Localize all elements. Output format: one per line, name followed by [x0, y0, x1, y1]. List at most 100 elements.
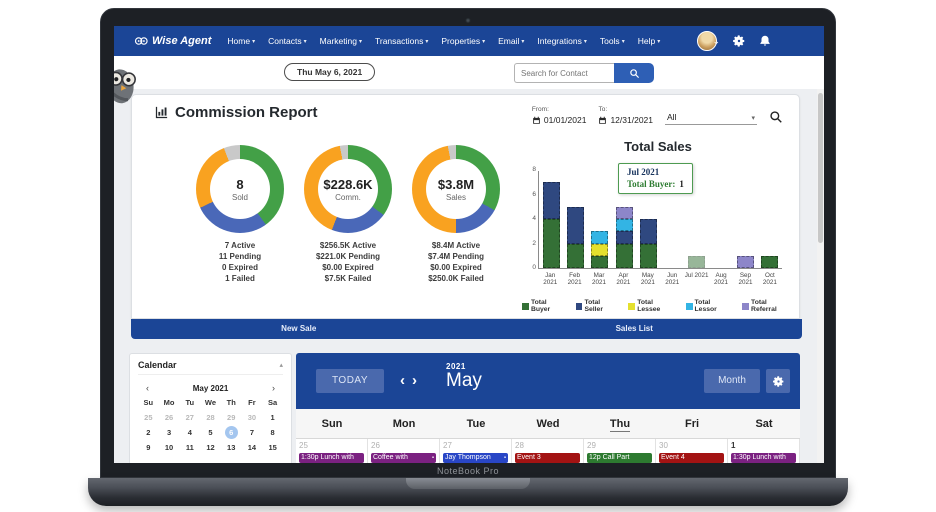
- mini-day-cell[interactable]: 4: [179, 425, 200, 440]
- mini-day-cell[interactable]: 2: [138, 425, 159, 440]
- mini-day-cell[interactable]: 9: [138, 440, 159, 455]
- collapse-caret-up-icon[interactable]: ▴: [279, 361, 283, 369]
- nav-item-properties[interactable]: Properties▾: [441, 36, 485, 46]
- sales-list-button[interactable]: Sales List: [467, 319, 803, 339]
- mini-day-number: 1: [271, 413, 275, 422]
- day-cell[interactable]: 27Jay Thompson▪: [440, 439, 512, 463]
- weekday-sat: Sat: [728, 418, 800, 430]
- legend-item: Total Referral: [742, 299, 794, 313]
- mini-prev-month-arrow[interactable]: ‹: [142, 383, 153, 393]
- new-sale-button[interactable]: New Sale: [131, 319, 467, 339]
- y-tick-label: 4: [525, 215, 536, 222]
- nav-item-contacts[interactable]: Contacts▾: [268, 36, 307, 46]
- mini-day-cell[interactable]: 1: [262, 410, 283, 425]
- day-cell[interactable]: 26 Coffee with▪: [368, 439, 440, 463]
- calendar-event[interactable]: Coffee with▪: [371, 453, 436, 463]
- notifications-bell-icon[interactable]: [758, 34, 772, 48]
- calendar-settings-button[interactable]: [766, 369, 790, 393]
- mini-day-cell[interactable]: 14: [242, 440, 263, 455]
- mini-day-cell[interactable]: 12: [200, 440, 221, 455]
- day-cell[interactable]: 30Event 4: [656, 439, 728, 463]
- from-label: From:: [532, 106, 587, 113]
- day-number: 25: [299, 441, 364, 450]
- mini-day-number: 30: [248, 413, 256, 422]
- mini-day-cell[interactable]: 8: [262, 425, 283, 440]
- calendar-event[interactable]: Event 3: [515, 453, 580, 463]
- weekday-label: Sat: [755, 418, 772, 431]
- mini-day-cell[interactable]: 5: [200, 425, 221, 440]
- bar-segment: [616, 207, 633, 219]
- bar-segment: [567, 244, 584, 269]
- nav-item-home[interactable]: Home▾: [227, 36, 255, 46]
- contact-search-button[interactable]: [614, 63, 654, 83]
- next-month-arrow[interactable]: ›: [412, 371, 417, 391]
- avatar-chevron-down-icon[interactable]: ⌄: [712, 36, 720, 47]
- nav-item-marketing[interactable]: Marketing▾: [320, 36, 362, 46]
- donut-label: Sold: [232, 193, 248, 202]
- donut-stat-line: 11 Pending: [190, 251, 290, 262]
- bar-segment: [761, 256, 778, 268]
- mini-day-cell[interactable]: 10: [159, 440, 180, 455]
- calendar-year-month: 2021 May: [446, 362, 482, 390]
- today-button[interactable]: TODAY: [316, 369, 384, 393]
- prev-month-arrow[interactable]: ‹: [400, 371, 405, 391]
- mini-day-cell[interactable]: 3: [159, 425, 180, 440]
- nav-item-email[interactable]: Email▾: [498, 36, 524, 46]
- donut-stat-line: $8.4M Active: [406, 240, 506, 251]
- calendar-event[interactable]: 12p Call Part: [587, 453, 652, 463]
- bar-may-2021: [636, 219, 660, 268]
- tooltip-title: Jul 2021: [627, 167, 684, 177]
- y-tick-label: 6: [525, 191, 536, 198]
- to-label: To:: [598, 106, 653, 113]
- event-title: 1:30p Lunch with: [301, 453, 354, 463]
- webcam-dot: [466, 18, 471, 23]
- nav-item-transactions[interactable]: Transactions▾: [375, 36, 428, 46]
- day-cell[interactable]: 11:30p Lunch with: [728, 439, 800, 463]
- chart-tooltip: Jul 2021 Total Buyer:1: [618, 163, 693, 194]
- mini-day-cell[interactable]: 30: [242, 410, 263, 425]
- from-date-field[interactable]: From: 01/01/2021: [532, 106, 587, 125]
- caret-down-icon: ▾: [584, 38, 587, 45]
- wise-agent-logo[interactable]: Wise Agent: [134, 34, 211, 48]
- page-scrollbar[interactable]: [817, 89, 824, 463]
- mini-day-cell[interactable]: 26: [159, 410, 180, 425]
- mini-day-cell[interactable]: 6: [221, 425, 242, 440]
- calendar-header: TODAY ‹ › 2021 May Month: [296, 353, 800, 409]
- settings-gear-icon[interactable]: [732, 34, 746, 48]
- current-date-button[interactable]: Thu May 6, 2021: [284, 63, 375, 81]
- day-cell[interactable]: 28Event 3: [512, 439, 584, 463]
- nav-item-label: Help: [638, 36, 655, 46]
- mini-day-cell[interactable]: 27: [179, 410, 200, 425]
- calendar-weekday-row: SunMonTueWedThuFriSat: [296, 409, 800, 439]
- calendar-event[interactable]: Event 4: [659, 453, 724, 463]
- mini-day-cell[interactable]: 7: [242, 425, 263, 440]
- mini-day-cell[interactable]: 25: [138, 410, 159, 425]
- mini-day-cell[interactable]: 28: [200, 410, 221, 425]
- mini-day-cell[interactable]: 15: [262, 440, 283, 455]
- calendar-event[interactable]: 1:30p Lunch with: [731, 453, 796, 463]
- x-axis-label: Mar 2021: [587, 272, 611, 286]
- mini-day-number: 3: [167, 428, 171, 437]
- laptop-base: [88, 478, 848, 506]
- view-month-button[interactable]: Month: [704, 369, 760, 393]
- mini-day-cell[interactable]: 13: [221, 440, 242, 455]
- nav-item-help[interactable]: Help▾: [638, 36, 661, 46]
- day-number: 26: [371, 441, 436, 450]
- to-date-field[interactable]: To: 12/31/2021: [598, 106, 653, 125]
- day-cell[interactable]: 25 1:30p Lunch with: [296, 439, 368, 463]
- nav-item-tools[interactable]: Tools▾: [600, 36, 625, 46]
- y-tick-label: 8: [525, 166, 536, 173]
- day-cell[interactable]: 2912p Call Part: [584, 439, 656, 463]
- top-navbar: Wise Agent Home▾ Contacts▾ Marketing▾ Trans…: [114, 26, 824, 56]
- mini-next-month-arrow[interactable]: ›: [268, 383, 279, 393]
- calendar-event[interactable]: 1:30p Lunch with: [299, 453, 364, 463]
- report-type-select[interactable]: All ▾: [665, 112, 757, 125]
- donut-stat-line: $7.5K Failed: [298, 273, 398, 284]
- contact-search-input[interactable]: [514, 63, 614, 83]
- nav-item-integrations[interactable]: Integrations▾: [537, 36, 586, 46]
- scrollbar-thumb[interactable]: [818, 93, 823, 243]
- mini-day-cell[interactable]: 29: [221, 410, 242, 425]
- calendar-event[interactable]: Jay Thompson▪: [443, 453, 508, 463]
- report-search-icon[interactable]: [769, 110, 783, 124]
- mini-day-cell[interactable]: 11: [179, 440, 200, 455]
